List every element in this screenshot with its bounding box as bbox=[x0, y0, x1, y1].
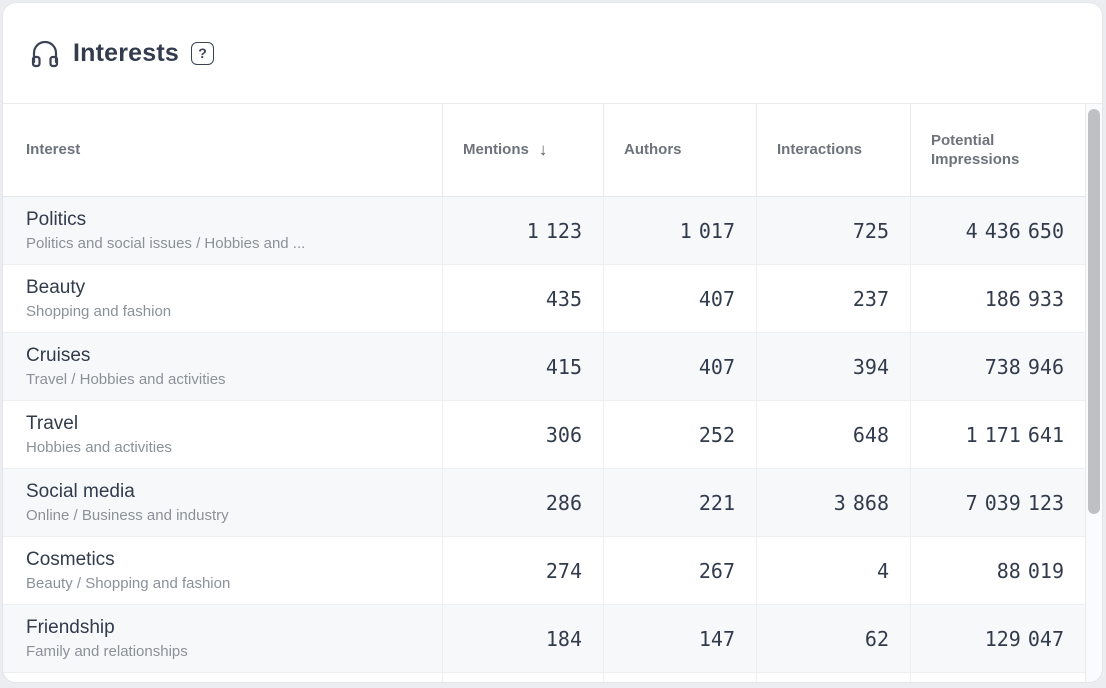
authors-value: 1 017 bbox=[603, 197, 756, 264]
impressions-value: 186 933 bbox=[910, 265, 1085, 332]
interest-category: Online / Business and industry bbox=[26, 507, 229, 524]
table-row-politics[interactable]: Politics Politics and social issues / Ho… bbox=[3, 197, 1085, 265]
mentions-value: 435 bbox=[442, 265, 603, 332]
authors-value: 221 bbox=[603, 469, 756, 536]
authors-value: 407 bbox=[603, 265, 756, 332]
interest-name: Cruises bbox=[26, 345, 90, 367]
mentions-value: 274 bbox=[442, 537, 603, 604]
mentions-value: 306 bbox=[442, 401, 603, 468]
interactions-value: 62 bbox=[756, 605, 910, 672]
impressions-value: 7 039 123 bbox=[910, 469, 1085, 536]
interactions-value: 4 bbox=[756, 537, 910, 604]
table-row-friendship[interactable]: Friendship Family and relationships 184 … bbox=[3, 605, 1085, 673]
interest-category: Travel / Hobbies and activities bbox=[26, 371, 226, 388]
headphones-icon bbox=[29, 36, 61, 70]
table-row-cruises[interactable]: Cruises Travel / Hobbies and activities … bbox=[3, 333, 1085, 401]
help-icon[interactable]: ? bbox=[191, 42, 214, 65]
interest-name: Politics bbox=[26, 209, 86, 231]
interest-name: Social media bbox=[26, 481, 135, 503]
table-row-social-media[interactable]: Social media Online / Business and indus… bbox=[3, 469, 1085, 537]
column-header-interactions[interactable]: Interactions bbox=[756, 104, 910, 196]
interactions-value: 648 bbox=[756, 401, 910, 468]
interest-category: Beauty / Shopping and fashion bbox=[26, 575, 230, 592]
impressions-value: 738 946 bbox=[910, 333, 1085, 400]
interactions-value: 237 bbox=[756, 265, 910, 332]
interactions-value: 3 868 bbox=[756, 469, 910, 536]
authors-value: 147 bbox=[603, 605, 756, 672]
page-title: Interests bbox=[73, 39, 179, 68]
column-header-potential-impressions[interactable]: Potential Impressions bbox=[910, 104, 1085, 196]
authors-value: 252 bbox=[603, 401, 756, 468]
mentions-value: 1 123 bbox=[442, 197, 603, 264]
column-header-interest[interactable]: Interest bbox=[3, 104, 442, 196]
interest-category: Hobbies and activities bbox=[26, 439, 172, 456]
interests-card: Interests ? Interest Mentions ↓ Authors … bbox=[2, 2, 1103, 683]
table-row-partial bbox=[3, 673, 1085, 683]
interest-name: Friendship bbox=[26, 617, 115, 639]
interactions-value: 725 bbox=[756, 197, 910, 264]
interest-name: Beauty bbox=[26, 277, 85, 299]
vertical-scrollbar-thumb[interactable] bbox=[1088, 109, 1100, 514]
impressions-value: 1 171 641 bbox=[910, 401, 1085, 468]
mentions-value: 184 bbox=[442, 605, 603, 672]
authors-value: 267 bbox=[603, 537, 756, 604]
interests-table: Interest Mentions ↓ Authors Interactions… bbox=[3, 103, 1102, 683]
interest-name: Cosmetics bbox=[26, 549, 115, 571]
mentions-value: 286 bbox=[442, 469, 603, 536]
interest-category: Politics and social issues / Hobbies and… bbox=[26, 235, 305, 252]
table-row-cosmetics[interactable]: Cosmetics Beauty / Shopping and fashion … bbox=[3, 537, 1085, 605]
interactions-value: 394 bbox=[756, 333, 910, 400]
authors-value: 407 bbox=[603, 333, 756, 400]
column-header-mentions[interactable]: Mentions ↓ bbox=[442, 104, 603, 196]
interest-category: Family and relationships bbox=[26, 643, 188, 660]
impressions-value: 88 019 bbox=[910, 537, 1085, 604]
impressions-value: 129 047 bbox=[910, 605, 1085, 672]
impressions-value: 4 436 650 bbox=[910, 197, 1085, 264]
column-header-authors[interactable]: Authors bbox=[603, 104, 756, 196]
vertical-scrollbar-track[interactable] bbox=[1085, 104, 1102, 683]
mentions-value: 415 bbox=[442, 333, 603, 400]
table-row-travel[interactable]: Travel Hobbies and activities 306 252 64… bbox=[3, 401, 1085, 469]
sort-desc-icon: ↓ bbox=[539, 139, 548, 161]
interest-name: Travel bbox=[26, 413, 78, 435]
card-header: Interests ? bbox=[3, 3, 1102, 103]
table-header-row: Interest Mentions ↓ Authors Interactions… bbox=[3, 104, 1085, 197]
table-row-beauty[interactable]: Beauty Shopping and fashion 435 407 237 … bbox=[3, 265, 1085, 333]
interest-category: Shopping and fashion bbox=[26, 303, 171, 320]
